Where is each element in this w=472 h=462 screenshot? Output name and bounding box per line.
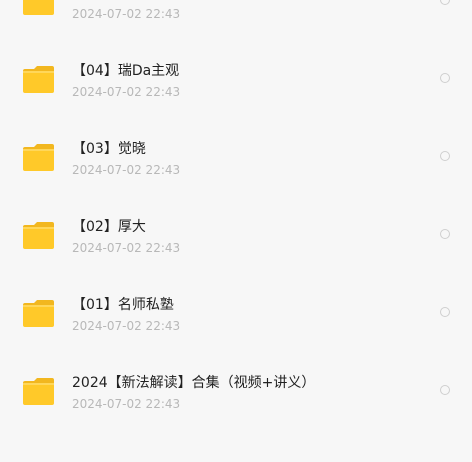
select-radio[interactable] [440, 385, 450, 395]
folder-icon-graphic [23, 0, 54, 15]
folder-modified-date: 2024-07-02 22:43 [72, 319, 181, 333]
folder-icon-graphic [23, 222, 54, 249]
select-radio[interactable] [440, 73, 450, 83]
folder-modified-date: 2024-07-02 22:43 [72, 397, 181, 411]
folder-name: 【02】厚大 [72, 219, 146, 235]
folder-modified-date: 2024-07-02 22:43 [72, 7, 181, 21]
file-row[interactable]: 2024【新法解读】合集（视频+讲义） 2024-07-02 22:43 [0, 350, 472, 428]
folder-name: 【01】名师私塾 [72, 297, 174, 313]
folder-modified-date: 2024-07-02 22:43 [72, 85, 181, 99]
folder-modified-date: 2024-07-02 22:43 [72, 241, 181, 255]
folder-icon-graphic [23, 144, 54, 171]
file-row[interactable]: 【04】瑞Da主观 2024-07-02 22:43 [0, 38, 472, 116]
folder-modified-date: 2024-07-02 22:43 [72, 163, 181, 177]
select-radio[interactable] [440, 151, 450, 161]
folder-icon [22, 299, 55, 328]
folder-icon-graphic [23, 378, 54, 405]
folder-name: 【04】瑞Da主观 [72, 63, 180, 79]
select-radio[interactable] [440, 307, 450, 317]
folder-name: 2024【新法解读】合集（视频+讲义） [72, 375, 316, 391]
file-row[interactable]: 【01】名师私塾 2024-07-02 22:43 [0, 272, 472, 350]
folder-icon [22, 143, 55, 172]
folder-icon-graphic [23, 300, 54, 327]
file-browser-screen: 2024-07-02 22:43 【04】瑞Da主观 2024-07-02 22… [0, 0, 472, 462]
folder-icon [22, 377, 55, 406]
select-radio[interactable] [440, 229, 450, 239]
folder-name: 【03】觉晓 [72, 141, 146, 157]
folder-icon [22, 221, 55, 250]
folder-icon [22, 65, 55, 94]
folder-icon [22, 0, 55, 16]
file-row[interactable]: 【02】厚大 2024-07-02 22:43 [0, 194, 472, 272]
file-row[interactable]: 【03】觉晓 2024-07-02 22:43 [0, 116, 472, 194]
select-radio[interactable] [440, 0, 450, 5]
file-row-partial[interactable]: 2024-07-02 22:43 [0, 0, 472, 38]
folder-icon-graphic [23, 66, 54, 93]
file-list: 2024-07-02 22:43 【04】瑞Da主观 2024-07-02 22… [0, 0, 472, 428]
